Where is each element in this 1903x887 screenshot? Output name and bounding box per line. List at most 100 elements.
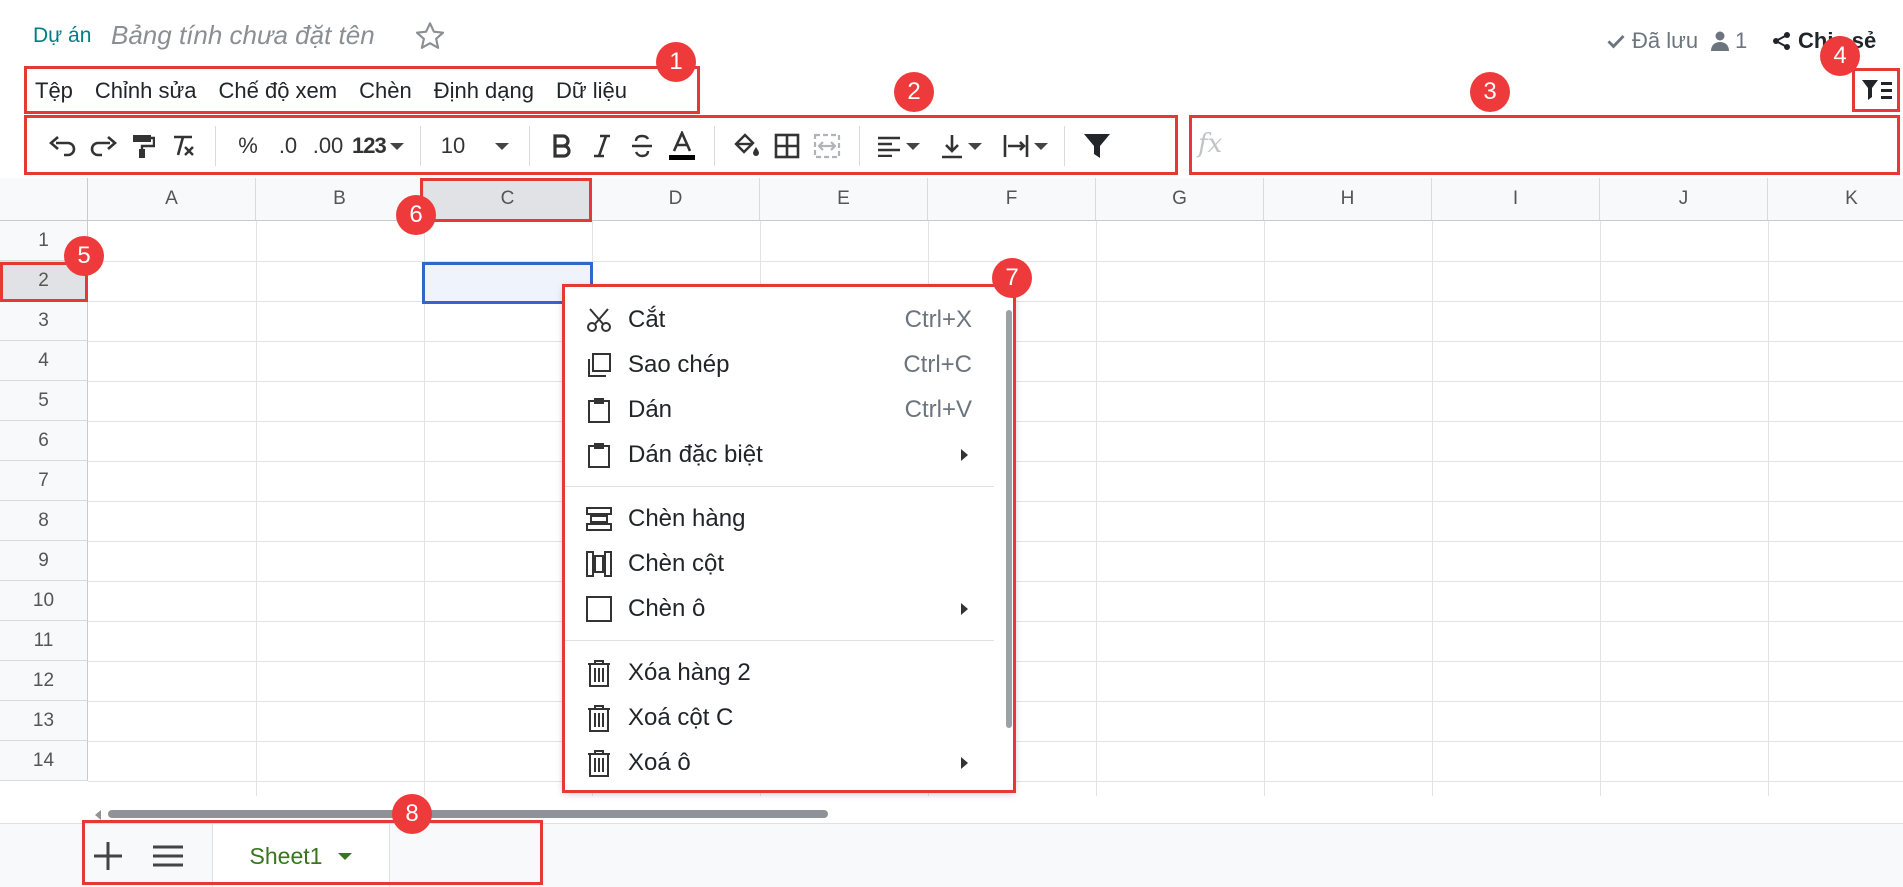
menu-data[interactable]: Dữ liệu: [545, 78, 638, 104]
saved-status: Đã lưu: [1606, 28, 1698, 54]
strikethrough-button[interactable]: [622, 126, 662, 166]
column-header-a[interactable]: A: [88, 178, 256, 221]
column-header-i[interactable]: I: [1432, 178, 1600, 221]
row-header-13[interactable]: 13: [0, 701, 88, 741]
context-menu-scrollbar[interactable]: [1006, 310, 1012, 728]
italic-button[interactable]: [582, 126, 622, 166]
clipboard-icon: [584, 440, 614, 470]
context-menu: Cắt Ctrl+X Sao chép Ctrl+C Dán Ctrl+V Dá…: [564, 286, 1014, 791]
percent-format-button[interactable]: %: [228, 126, 268, 166]
menu-item-paste-special[interactable]: Dán đặc biệt: [564, 432, 994, 477]
chevron-down-icon[interactable]: [338, 852, 353, 860]
funnel-icon: [1083, 134, 1110, 158]
row-header-11[interactable]: 11: [0, 621, 88, 661]
document-title[interactable]: Bảng tính chưa đặt tên: [111, 20, 375, 51]
row-header-9[interactable]: 9: [0, 541, 88, 581]
filter-list-icon: [1862, 80, 1892, 100]
sheet-tab[interactable]: Sheet1: [212, 824, 390, 887]
clear-format-button[interactable]: [163, 126, 203, 166]
column-header-f[interactable]: F: [928, 178, 1096, 221]
text-color-button[interactable]: [662, 126, 702, 166]
formula-bar[interactable]: fx: [1192, 117, 1899, 175]
horizontal-align-dropdown[interactable]: [872, 126, 924, 166]
grid-line: [1768, 221, 1769, 796]
menu-item-insert-column[interactable]: Chèn cột: [564, 541, 994, 586]
trash-icon: [584, 703, 614, 733]
row-header-14[interactable]: 14: [0, 741, 88, 781]
menu-separator: [564, 486, 994, 487]
number-format-dropdown[interactable]: 123: [348, 126, 408, 166]
column-header-k[interactable]: K: [1768, 178, 1903, 221]
menu-item-cut[interactable]: Cắt Ctrl+X: [564, 297, 994, 342]
merge-cells-button[interactable]: [807, 126, 847, 166]
menu-edit[interactable]: Chỉnh sửa: [84, 78, 208, 104]
active-users[interactable]: 1: [1711, 28, 1747, 54]
menu-item-delete-row[interactable]: Xóa hàng 2: [564, 650, 994, 695]
column-header-h[interactable]: H: [1264, 178, 1432, 221]
sheet-list-icon[interactable]: [150, 838, 186, 874]
filter-button[interactable]: [1077, 126, 1117, 166]
row-header-7[interactable]: 7: [0, 461, 88, 501]
column-header-c[interactable]: C: [424, 178, 592, 221]
grid-line: [1432, 221, 1433, 796]
menu-insert[interactable]: Chèn: [348, 78, 423, 104]
row-header-6[interactable]: 6: [0, 421, 88, 461]
copy-icon: [584, 350, 614, 380]
undo-button[interactable]: [43, 126, 83, 166]
column-header-e[interactable]: E: [760, 178, 928, 221]
share-icon: [1773, 32, 1790, 50]
grid-line: [256, 221, 257, 796]
fx-placeholder: fx: [1198, 129, 1223, 159]
grid-corner[interactable]: [0, 178, 88, 221]
paint-format-button[interactable]: [123, 126, 163, 166]
vertical-align-dropdown[interactable]: [936, 126, 986, 166]
fill-color-button[interactable]: [727, 126, 767, 166]
decrease-decimal-button[interactable]: .0: [268, 126, 308, 166]
menu-file[interactable]: Tệp: [24, 78, 84, 104]
merge-cells-icon: [813, 133, 840, 159]
breadcrumb-project[interactable]: Dự án: [33, 24, 91, 48]
submenu-arrow-icon: [961, 448, 968, 461]
column-header-j[interactable]: J: [1600, 178, 1768, 221]
text-wrap-dropdown[interactable]: [998, 126, 1052, 166]
horizontal-scrollbar-thumb[interactable]: [108, 810, 828, 818]
add-sheet-icon[interactable]: [90, 838, 126, 874]
row-header-12[interactable]: 12: [0, 661, 88, 701]
menu-item-delete-cell[interactable]: Xoá ô: [564, 740, 994, 785]
menu-item-label: Dán đặc biệt: [628, 440, 763, 468]
paint-bucket-icon: [734, 133, 759, 156]
paint-roller-icon: [133, 135, 155, 158]
star-icon[interactable]: [414, 20, 446, 52]
font-size-dropdown[interactable]: 10: [433, 126, 517, 166]
row-header-5[interactable]: 5: [0, 381, 88, 421]
menu-item-label: Xoá ô: [628, 748, 691, 776]
grid-line: [1096, 221, 1097, 796]
menu-item-delete-column[interactable]: Xoá cột C: [564, 695, 994, 740]
borders-button[interactable]: [767, 126, 807, 166]
redo-button[interactable]: [83, 126, 123, 166]
row-header-3[interactable]: 3: [0, 301, 88, 341]
annotation-badge-8: 8: [392, 794, 432, 834]
annotation-badge-7: 7: [992, 258, 1032, 298]
increase-decimal-button[interactable]: .00: [308, 126, 348, 166]
annotation-badge-5: 5: [64, 236, 104, 276]
filter-panel-button[interactable]: [1858, 74, 1896, 108]
column-header-d[interactable]: D: [592, 178, 760, 221]
align-left-icon: [877, 136, 900, 157]
submenu-arrow-icon: [961, 756, 968, 769]
menu-item-copy[interactable]: Sao chép Ctrl+C: [564, 342, 994, 387]
menu-item-paste[interactable]: Dán Ctrl+V: [564, 387, 994, 432]
menu-item-insert-cell[interactable]: Chèn ô: [564, 586, 994, 631]
menu-item-insert-row[interactable]: Chèn hàng: [564, 496, 994, 541]
chevron-down-icon: [905, 142, 920, 150]
column-header-g[interactable]: G: [1096, 178, 1264, 221]
scroll-left-icon[interactable]: [95, 810, 101, 820]
row-header-8[interactable]: 8: [0, 501, 88, 541]
borders-icon: [774, 133, 800, 159]
row-header-4[interactable]: 4: [0, 341, 88, 381]
insert-cell-icon: [584, 594, 614, 624]
bold-button[interactable]: [542, 126, 582, 166]
row-header-10[interactable]: 10: [0, 581, 88, 621]
menu-view[interactable]: Chế độ xem: [207, 78, 348, 104]
menu-format[interactable]: Định dạng: [423, 78, 545, 104]
